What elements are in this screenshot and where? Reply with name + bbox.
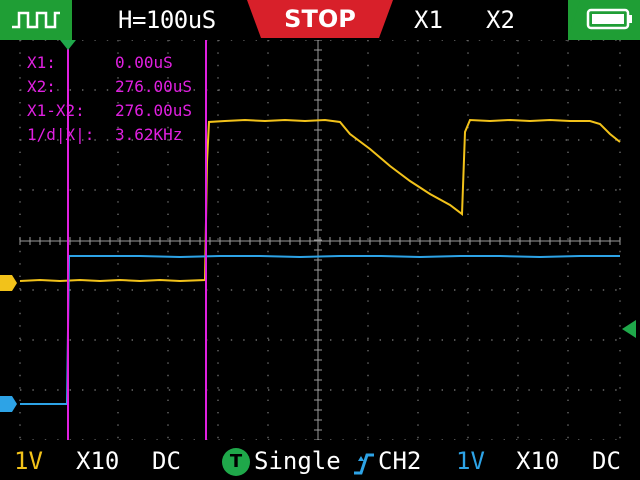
top-status-bar: H=100uS STOP X1 X2: [0, 0, 640, 40]
readout-x2-value: 276.00uS: [115, 77, 193, 96]
trigger-badge-label: T: [229, 451, 243, 472]
ch2-coupling[interactable]: DC: [592, 446, 621, 476]
readout-x2-label: X2:: [27, 77, 56, 96]
readout-x2: X2: 276.00uS: [27, 76, 192, 98]
trigger-level-marker: [622, 320, 636, 338]
timebase-setting[interactable]: H=100uS: [118, 5, 216, 35]
trigger-badge[interactable]: T: [222, 448, 250, 476]
cursor-x1-button[interactable]: X1: [414, 5, 443, 35]
waveform-display[interactable]: X1: 0.00uS X2: 276.00uS X1-X2: 276.00uS 1/d…: [0, 40, 640, 440]
cursor-x2-button[interactable]: X2: [486, 5, 515, 35]
trigger-mode[interactable]: Single: [254, 446, 341, 476]
ch1-probe-setting[interactable]: X10: [76, 446, 119, 476]
bottom-status-bar: 1V X10 DC T Single CH2 1V X10 DC: [0, 442, 640, 480]
readout-x1: X1: 0.00uS: [27, 52, 173, 74]
ch2-probe-setting[interactable]: X10: [516, 446, 559, 476]
readout-delta-value: 276.00uS: [115, 101, 193, 120]
ch1-coupling[interactable]: DC: [152, 446, 181, 476]
readout-delta-label: X1-X2:: [27, 101, 85, 120]
ch2-level-marker: [0, 396, 17, 412]
ch1-level-marker: [0, 275, 17, 291]
rising-edge-icon[interactable]: [352, 452, 376, 476]
trigger-source[interactable]: CH2: [378, 446, 421, 476]
readout-x1-label: X1:: [27, 53, 56, 72]
readout-x1-value: 0.00uS: [115, 53, 173, 72]
run-state-label: STOP: [284, 5, 356, 33]
ch1-volts-per-div[interactable]: 1V: [14, 446, 43, 476]
readout-delta: X1-X2: 276.00uS: [27, 100, 192, 122]
readout-frequency-value: 3.62KHz: [115, 125, 183, 144]
ch2-volts-per-div[interactable]: 1V: [456, 446, 485, 476]
square-wave-icon[interactable]: [0, 0, 72, 40]
battery-icon: [568, 0, 640, 40]
readout-frequency-label: 1/d|X|:: [27, 125, 95, 144]
run-stop-button[interactable]: STOP: [247, 0, 393, 40]
readout-frequency: 1/d|X|: 3.62KHz: [27, 124, 182, 146]
